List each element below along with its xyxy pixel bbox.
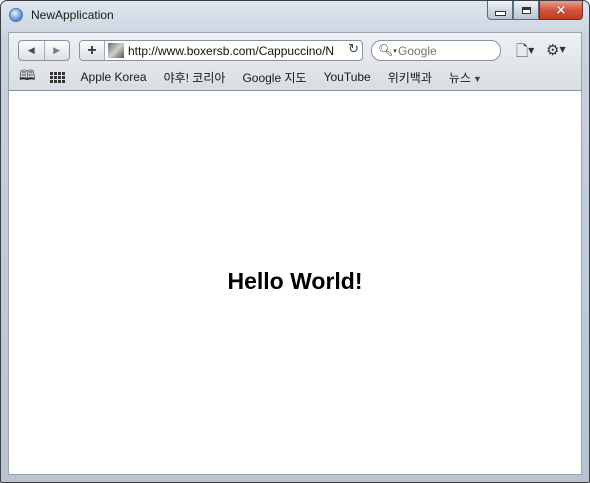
minimize-icon	[494, 10, 506, 16]
chevron-down-icon: ▼	[559, 45, 566, 54]
add-bookmark-button[interactable]: +	[80, 41, 105, 60]
window-controls: ×	[487, 1, 583, 21]
bookmarks-bar: 🕮 Apple Korea 야후! 코리아 Google 지도 YouTube …	[19, 68, 499, 86]
back-button[interactable]: ◀	[19, 41, 45, 60]
chevron-down-icon: ▼	[528, 46, 535, 55]
search-box[interactable]: 🔍︎▾	[371, 40, 501, 61]
title-bar[interactable]: NewApplication ×	[1, 1, 589, 31]
bookmark-item[interactable]: Apple Korea	[81, 70, 147, 84]
settings-button[interactable]: ⚙▼	[546, 41, 566, 59]
forward-icon: ▶	[53, 45, 61, 55]
search-input[interactable]	[398, 43, 496, 58]
gear-icon: ⚙	[546, 41, 560, 59]
nav-buttons: ◀ ▶	[18, 40, 70, 61]
chevron-down-icon: ▼	[472, 73, 482, 84]
browser-toolbar: ◀ ▶ + http://www.boxersb.com/Cappuccino/…	[8, 32, 582, 91]
hello-heading: Hello World!	[227, 268, 363, 294]
back-icon: ◀	[27, 45, 35, 55]
close-icon: ×	[555, 2, 567, 18]
close-button[interactable]: ×	[539, 1, 583, 20]
window-title: NewApplication	[31, 8, 114, 22]
maximize-button[interactable]	[513, 1, 539, 20]
maximize-icon	[521, 6, 531, 14]
site-favicon	[108, 43, 124, 58]
reload-icon[interactable]: ↻	[348, 42, 359, 57]
minimize-button[interactable]	[487, 1, 513, 20]
top-sites-grid-icon[interactable]	[49, 71, 65, 83]
page-menu-button[interactable]: 🗋▼	[516, 41, 534, 66]
app-icon	[9, 8, 23, 22]
book-icon[interactable]: 🕮	[19, 65, 36, 89]
url-text[interactable]: http://www.boxersb.com/Cappuccino/N	[128, 44, 344, 58]
page-content: Hello World!	[8, 91, 582, 475]
bookmark-item[interactable]: 야후! 코리아	[164, 69, 226, 86]
bookmark-item[interactable]: Google 지도	[242, 69, 306, 86]
browser-window: NewApplication × ◀ ▶ + http://www.boxers…	[0, 0, 590, 483]
page-icon: 🗋	[516, 42, 529, 60]
address-bar[interactable]: + http://www.boxersb.com/Cappuccino/N ↻	[79, 40, 363, 61]
bookmark-folder-news[interactable]: 뉴스 ▼	[449, 69, 482, 86]
bookmark-item[interactable]: YouTube	[324, 70, 371, 84]
forward-button[interactable]: ▶	[45, 41, 70, 60]
bookmark-item[interactable]: 위키백과	[388, 69, 432, 86]
bookmark-label: 뉴스	[448, 70, 471, 85]
search-icon: 🔍︎▾	[378, 43, 397, 57]
